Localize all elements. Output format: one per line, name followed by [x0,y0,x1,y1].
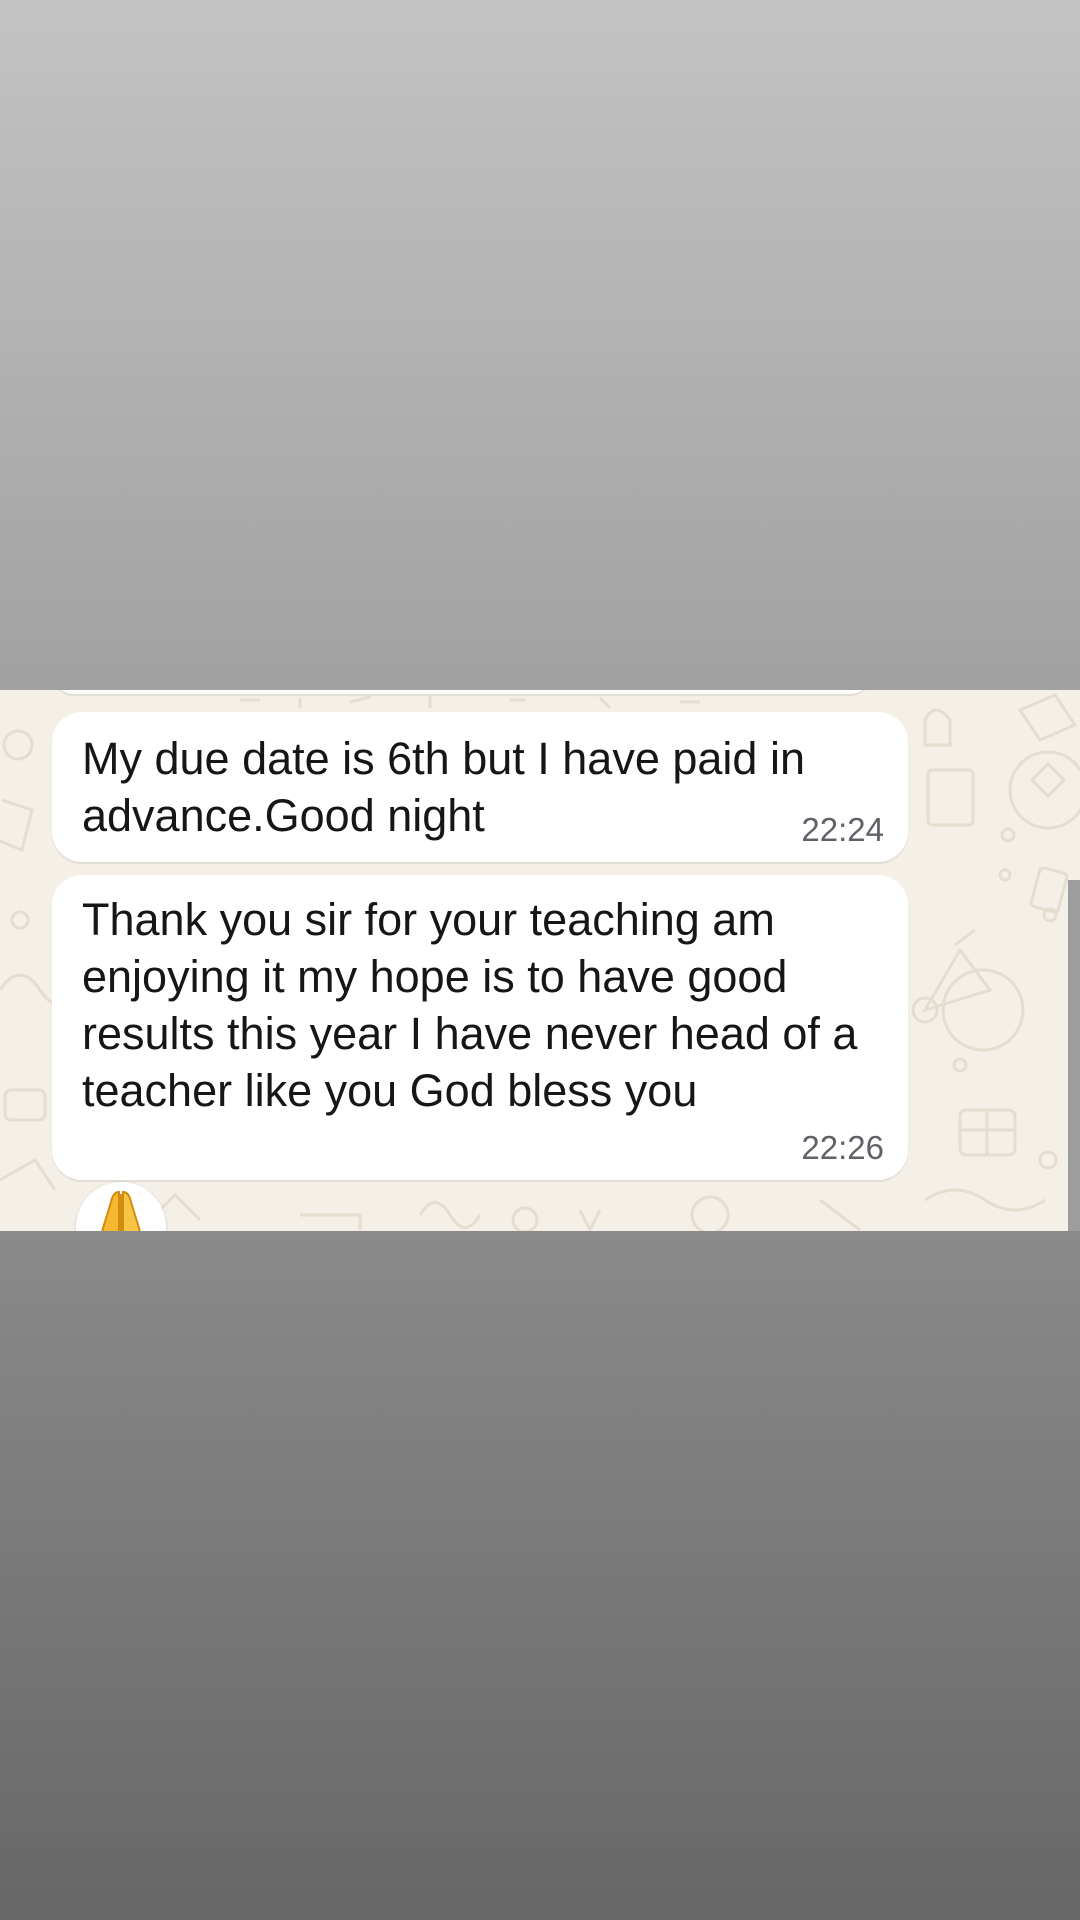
top-backdrop [0,0,1080,690]
scrollbar[interactable] [1068,880,1080,1231]
bottom-backdrop [0,1231,1080,1920]
scrollbar-thumb[interactable] [1068,880,1080,1231]
message-timestamp: 22:24 [801,811,884,848]
message-text: Thank you sir for your teaching am enjoy… [82,894,858,1116]
chat-conversation[interactable]: My due date is 6th but I have paid in ad… [0,690,1080,1231]
message-text: My due date is 6th but I have paid in ad… [82,733,805,841]
message-bubble[interactable]: My due date is 6th but I have paid in ad… [52,712,908,862]
message-timestamp: 22:26 [801,1129,884,1166]
message-bubble[interactable]: Thank you sir for your teaching am enjoy… [52,875,908,1180]
folded-hands-icon [101,1190,141,1231]
previous-message-bubble[interactable] [52,690,872,694]
